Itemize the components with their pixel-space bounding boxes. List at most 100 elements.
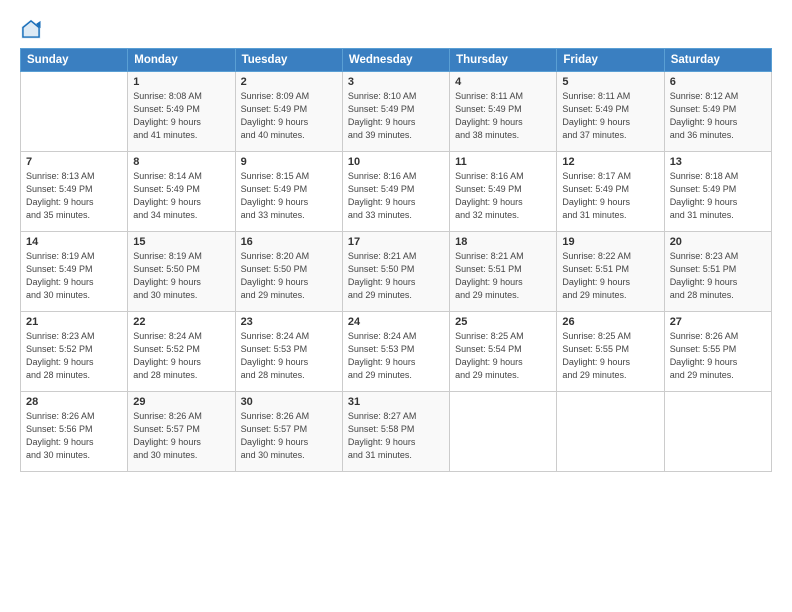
day-number: 10	[348, 156, 444, 168]
day-number: 21	[26, 316, 122, 328]
day-info: Sunrise: 8:25 AM Sunset: 5:54 PM Dayligh…	[455, 330, 551, 382]
day-info: Sunrise: 8:19 AM Sunset: 5:49 PM Dayligh…	[26, 250, 122, 302]
calendar-container: SundayMondayTuesdayWednesdayThursdayFrid…	[0, 0, 792, 612]
day-header-tuesday: Tuesday	[235, 49, 342, 72]
calendar-cell: 16 Sunrise: 8:20 AM Sunset: 5:50 PM Dayli…	[235, 232, 342, 312]
day-number: 4	[455, 76, 551, 88]
day-info: Sunrise: 8:08 AM Sunset: 5:49 PM Dayligh…	[133, 90, 229, 142]
calendar-cell: 22Sunrise: 8:24 AM Sunset: 5:52 PM Dayli…	[128, 312, 235, 392]
calendar-cell: 10 Sunrise: 8:16 AM Sunset: 5:49 PM Dayli…	[342, 152, 449, 232]
calendar-cell: 11 Sunrise: 8:16 AM Sunset: 5:49 PM Dayli…	[450, 152, 557, 232]
calendar-cell: 31 Sunrise: 8:27 AM Sunset: 5:58 PM Dayli…	[342, 392, 449, 472]
day-info: Sunrise: 8:23 AM Sunset: 5:52 PM Dayligh…	[26, 330, 122, 382]
day-info: Sunrise: 8:12 AM Sunset: 5:49 PM Dayligh…	[670, 90, 766, 142]
calendar-cell: 25Sunrise: 8:25 AM Sunset: 5:54 PM Dayli…	[450, 312, 557, 392]
calendar-cell	[664, 392, 771, 472]
day-info: Sunrise: 8:16 AM Sunset: 5:49 PM Dayligh…	[348, 170, 444, 222]
day-header-thursday: Thursday	[450, 49, 557, 72]
day-number: 27	[670, 316, 766, 328]
day-number: 16	[241, 236, 337, 248]
calendar-cell: 23 Sunrise: 8:24 AM Sunset: 5:53 PM Dayli…	[235, 312, 342, 392]
day-info: Sunrise: 8:26 AM Sunset: 5:57 PM Dayligh…	[241, 410, 337, 462]
week-row-3: 14 Sunrise: 8:19 AM Sunset: 5:49 PM Dayli…	[21, 232, 772, 312]
day-number: 26	[562, 316, 658, 328]
day-info: Sunrise: 8:16 AM Sunset: 5:49 PM Dayligh…	[455, 170, 551, 222]
calendar-cell: 5 Sunrise: 8:11 AM Sunset: 5:49 PM Daylig…	[557, 72, 664, 152]
day-number: 11	[455, 156, 551, 168]
calendar-cell: 18 Sunrise: 8:21 AM Sunset: 5:51 PM Dayli…	[450, 232, 557, 312]
calendar-cell: 28 Sunrise: 8:26 AM Sunset: 5:56 PM Dayli…	[21, 392, 128, 472]
calendar-cell: 6 Sunrise: 8:12 AM Sunset: 5:49 PM Daylig…	[664, 72, 771, 152]
day-number: 20	[670, 236, 766, 248]
calendar-cell: 9 Sunrise: 8:15 AM Sunset: 5:49 PM Daylig…	[235, 152, 342, 232]
day-number: 29	[133, 396, 229, 408]
day-number: 9	[241, 156, 337, 168]
calendar-table: SundayMondayTuesdayWednesdayThursdayFrid…	[20, 48, 772, 472]
calendar-cell	[557, 392, 664, 472]
calendar-cell	[21, 72, 128, 152]
day-number: 31	[348, 396, 444, 408]
week-row-4: 21 Sunrise: 8:23 AM Sunset: 5:52 PM Dayli…	[21, 312, 772, 392]
calendar-cell: 7Sunrise: 8:13 AM Sunset: 5:49 PM Daylig…	[21, 152, 128, 232]
day-info: Sunrise: 8:17 AM Sunset: 5:49 PM Dayligh…	[562, 170, 658, 222]
day-info: Sunrise: 8:19 AM Sunset: 5:50 PM Dayligh…	[133, 250, 229, 302]
day-info: Sunrise: 8:26 AM Sunset: 5:57 PM Dayligh…	[133, 410, 229, 462]
calendar-cell: 27 Sunrise: 8:26 AM Sunset: 5:55 PM Dayli…	[664, 312, 771, 392]
day-number: 6	[670, 76, 766, 88]
day-info: Sunrise: 8:27 AM Sunset: 5:58 PM Dayligh…	[348, 410, 444, 462]
calendar-cell: 17 Sunrise: 8:21 AM Sunset: 5:50 PM Dayli…	[342, 232, 449, 312]
day-info: Sunrise: 8:11 AM Sunset: 5:49 PM Dayligh…	[562, 90, 658, 142]
day-number: 24	[348, 316, 444, 328]
week-row-2: 7Sunrise: 8:13 AM Sunset: 5:49 PM Daylig…	[21, 152, 772, 232]
calendar-cell: 2Sunrise: 8:09 AM Sunset: 5:49 PM Daylig…	[235, 72, 342, 152]
calendar-cell: 26Sunrise: 8:25 AM Sunset: 5:55 PM Dayli…	[557, 312, 664, 392]
calendar-cell: 24Sunrise: 8:24 AM Sunset: 5:53 PM Dayli…	[342, 312, 449, 392]
day-info: Sunrise: 8:10 AM Sunset: 5:49 PM Dayligh…	[348, 90, 444, 142]
day-number: 14	[26, 236, 122, 248]
day-number: 2	[241, 76, 337, 88]
day-info: Sunrise: 8:15 AM Sunset: 5:49 PM Dayligh…	[241, 170, 337, 222]
day-info: Sunrise: 8:18 AM Sunset: 5:49 PM Dayligh…	[670, 170, 766, 222]
day-info: Sunrise: 8:26 AM Sunset: 5:55 PM Dayligh…	[670, 330, 766, 382]
day-number: 5	[562, 76, 658, 88]
day-info: Sunrise: 8:24 AM Sunset: 5:52 PM Dayligh…	[133, 330, 229, 382]
day-info: Sunrise: 8:21 AM Sunset: 5:51 PM Dayligh…	[455, 250, 551, 302]
day-info: Sunrise: 8:22 AM Sunset: 5:51 PM Dayligh…	[562, 250, 658, 302]
day-header-wednesday: Wednesday	[342, 49, 449, 72]
day-number: 18	[455, 236, 551, 248]
calendar-cell: 12Sunrise: 8:17 AM Sunset: 5:49 PM Dayli…	[557, 152, 664, 232]
week-row-5: 28 Sunrise: 8:26 AM Sunset: 5:56 PM Dayli…	[21, 392, 772, 472]
day-info: Sunrise: 8:13 AM Sunset: 5:49 PM Dayligh…	[26, 170, 122, 222]
calendar-cell: 29 Sunrise: 8:26 AM Sunset: 5:57 PM Dayli…	[128, 392, 235, 472]
day-info: Sunrise: 8:21 AM Sunset: 5:50 PM Dayligh…	[348, 250, 444, 302]
day-number: 8	[133, 156, 229, 168]
day-header-friday: Friday	[557, 49, 664, 72]
calendar-cell: 8 Sunrise: 8:14 AM Sunset: 5:49 PM Daylig…	[128, 152, 235, 232]
day-info: Sunrise: 8:14 AM Sunset: 5:49 PM Dayligh…	[133, 170, 229, 222]
day-number: 23	[241, 316, 337, 328]
calendar-cell: 15 Sunrise: 8:19 AM Sunset: 5:50 PM Dayli…	[128, 232, 235, 312]
calendar-cell: 21 Sunrise: 8:23 AM Sunset: 5:52 PM Dayli…	[21, 312, 128, 392]
day-info: Sunrise: 8:20 AM Sunset: 5:50 PM Dayligh…	[241, 250, 337, 302]
calendar-cell: 1Sunrise: 8:08 AM Sunset: 5:49 PM Daylig…	[128, 72, 235, 152]
header	[20, 18, 772, 40]
logo-icon	[20, 18, 42, 40]
day-number: 13	[670, 156, 766, 168]
calendar-cell: 3 Sunrise: 8:10 AM Sunset: 5:49 PM Daylig…	[342, 72, 449, 152]
day-number: 30	[241, 396, 337, 408]
day-number: 28	[26, 396, 122, 408]
calendar-cell: 30 Sunrise: 8:26 AM Sunset: 5:57 PM Dayli…	[235, 392, 342, 472]
calendar-cell: 13 Sunrise: 8:18 AM Sunset: 5:49 PM Dayli…	[664, 152, 771, 232]
calendar-cell: 14 Sunrise: 8:19 AM Sunset: 5:49 PM Dayli…	[21, 232, 128, 312]
day-info: Sunrise: 8:24 AM Sunset: 5:53 PM Dayligh…	[241, 330, 337, 382]
calendar-cell	[450, 392, 557, 472]
day-number: 15	[133, 236, 229, 248]
day-header-monday: Monday	[128, 49, 235, 72]
day-info: Sunrise: 8:26 AM Sunset: 5:56 PM Dayligh…	[26, 410, 122, 462]
day-number: 19	[562, 236, 658, 248]
day-number: 3	[348, 76, 444, 88]
day-info: Sunrise: 8:23 AM Sunset: 5:51 PM Dayligh…	[670, 250, 766, 302]
calendar-cell: 20 Sunrise: 8:23 AM Sunset: 5:51 PM Dayli…	[664, 232, 771, 312]
day-number: 17	[348, 236, 444, 248]
day-header-saturday: Saturday	[664, 49, 771, 72]
